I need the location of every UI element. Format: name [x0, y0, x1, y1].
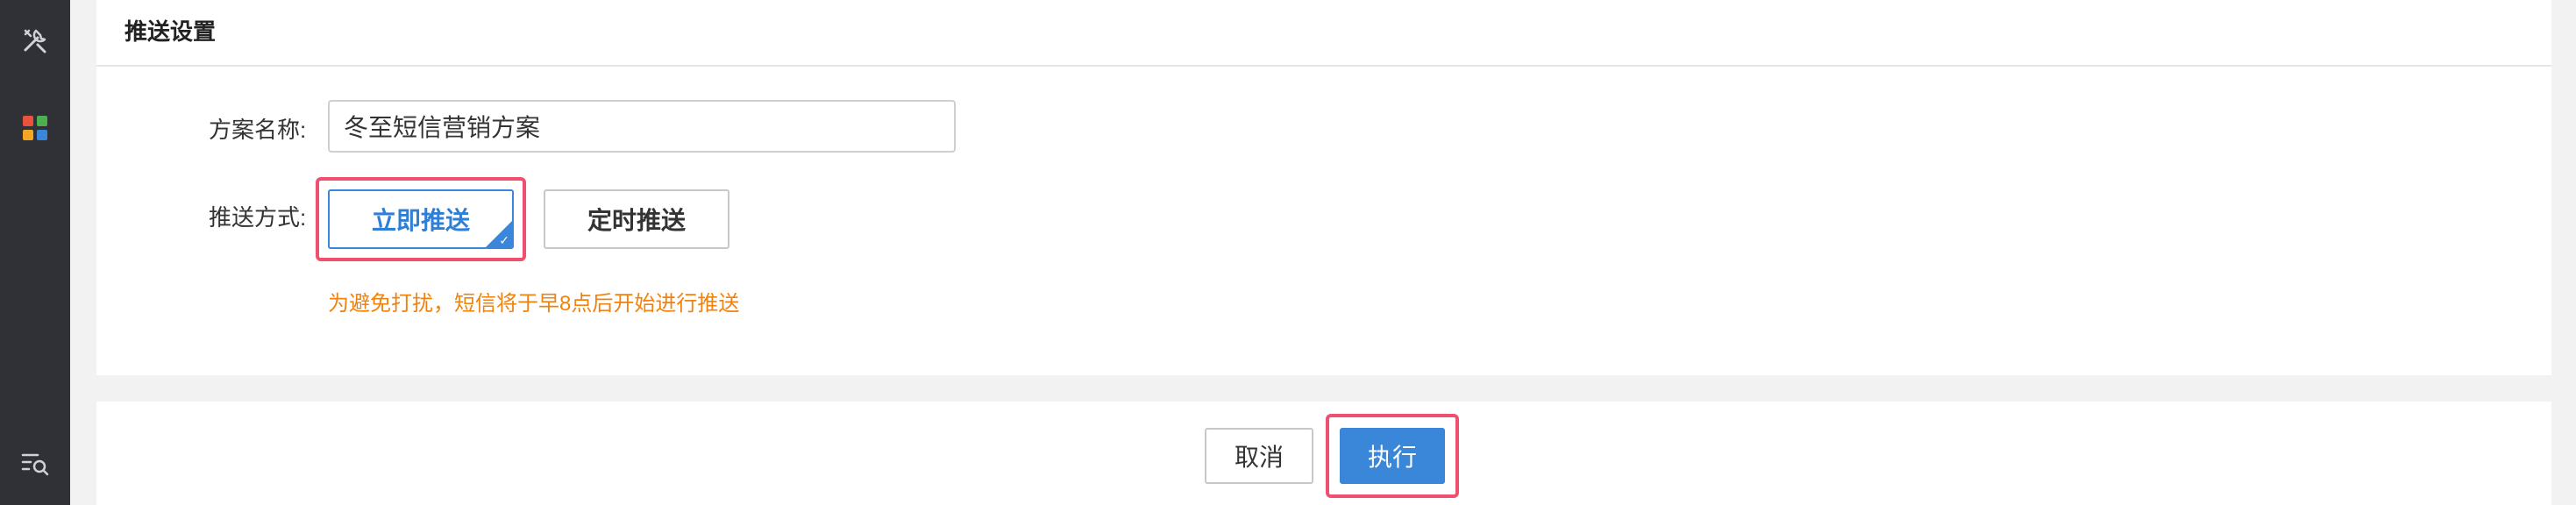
scheduled-push-option[interactable]: 定时推送 [544, 189, 729, 249]
push-method-label: 推送方式: [209, 204, 307, 231]
check-icon: ✓ [499, 233, 509, 247]
panel-title: 推送设置 [125, 18, 217, 45]
list-search-icon[interactable] [18, 445, 53, 480]
push-settings-panel: 推送设置 方案名称: 推送方式: 立即推送 ✓ 定时推送 为避免打扰，短信将于早… [96, 0, 2551, 375]
plan-name-input[interactable] [328, 100, 956, 153]
scheduled-push-label: 定时推送 [587, 207, 686, 234]
push-now-option[interactable]: 立即推送 ✓ [328, 189, 514, 249]
push-hint-text: 为避免打扰，短信将于早8点后开始进行推送 [328, 292, 740, 316]
cancel-button[interactable]: 取消 [1205, 428, 1313, 484]
push-now-label: 立即推送 [371, 207, 470, 234]
run-button[interactable]: 执行 [1340, 428, 1445, 484]
tools-icon[interactable] [18, 23, 53, 58]
action-bar: 取消 执行 [96, 402, 2551, 505]
panel-header: 推送设置 [96, 0, 2551, 67]
apps-grid-icon[interactable] [18, 110, 53, 146]
sidebar [0, 0, 70, 505]
plan-name-label: 方案名称: [209, 117, 307, 143]
